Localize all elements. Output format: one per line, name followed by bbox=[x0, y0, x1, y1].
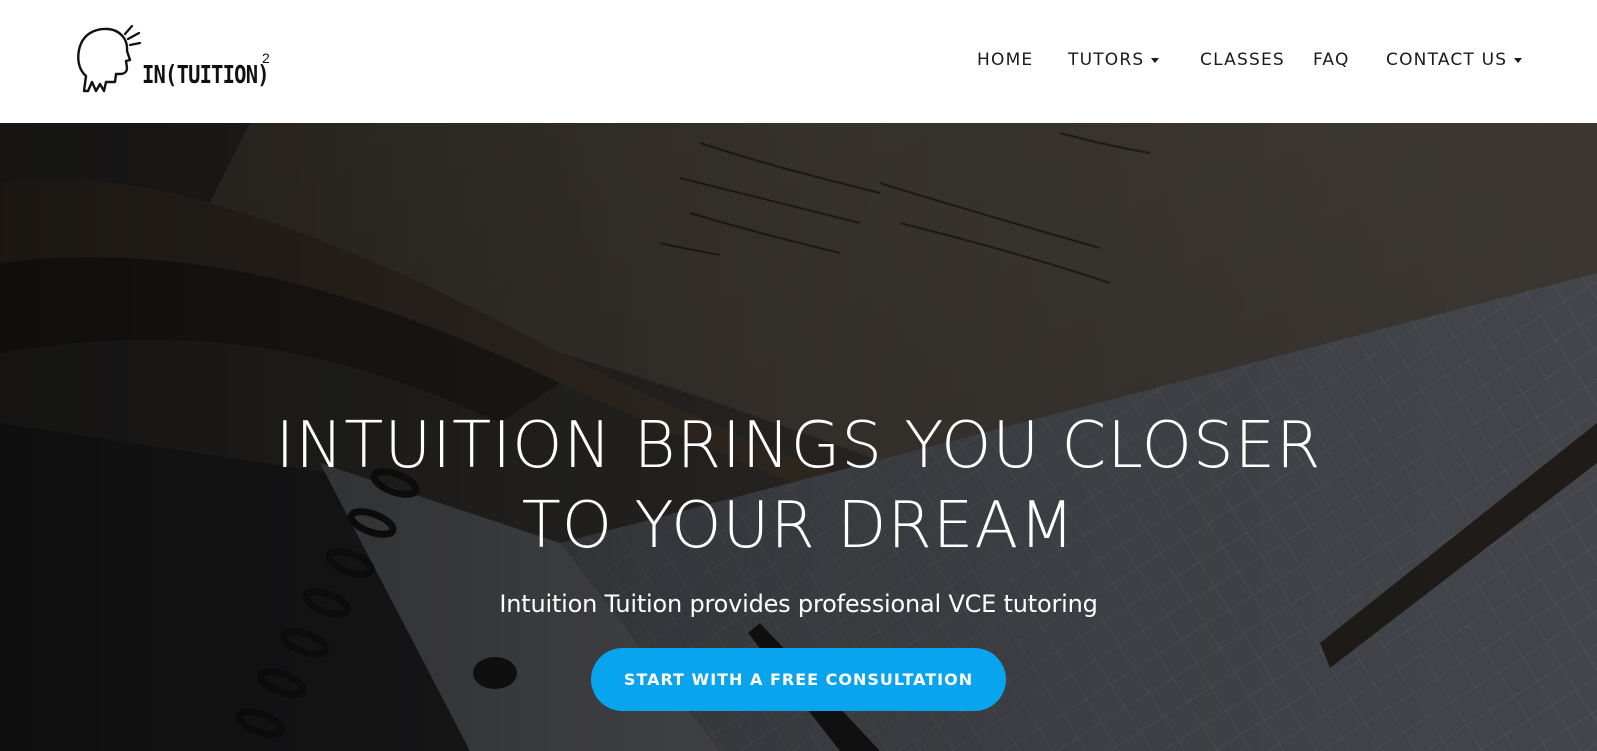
hero-title: INTUITION BRINGS YOU CLOSER TO YOUR DREA… bbox=[0, 406, 1597, 566]
caret-down-icon bbox=[1151, 58, 1160, 63]
logo-wordmark: IN(TUITION) bbox=[142, 60, 270, 89]
logo-superscript: 2 bbox=[262, 50, 270, 66]
nav-contact-us-label: CONTACT US bbox=[1386, 50, 1508, 70]
nav-home[interactable]: HOME bbox=[977, 48, 1033, 72]
nav-classes[interactable]: CLASSES bbox=[1200, 48, 1285, 72]
hero-section: INTUITION BRINGS YOU CLOSER TO YOUR DREA… bbox=[0, 123, 1597, 751]
head-speaking-icon bbox=[77, 24, 142, 93]
caret-down-icon bbox=[1514, 58, 1523, 63]
nav-classes-label: CLASSES bbox=[1200, 50, 1285, 70]
hero-subtitle: Intuition Tuition provides professional … bbox=[499, 590, 1098, 618]
nav-faq[interactable]: FAQ bbox=[1313, 48, 1350, 72]
hero-title-line-1: INTUITION BRINGS YOU CLOSER bbox=[275, 409, 1322, 483]
nav-contact-us[interactable]: CONTACT US bbox=[1386, 48, 1523, 72]
hero-title-line-2: TO YOUR DREAM bbox=[521, 489, 1076, 563]
nav-tutors-label: TUTORS bbox=[1068, 50, 1145, 70]
site-header: IN(TUITION) 2 HOME TUTORS CLASSES FAQ CO… bbox=[0, 0, 1597, 123]
nav-faq-label: FAQ bbox=[1313, 50, 1350, 70]
free-consultation-button[interactable]: START WITH A FREE CONSULTATION bbox=[591, 648, 1006, 711]
nav-home-label: HOME bbox=[977, 50, 1034, 70]
site-logo[interactable]: IN(TUITION) 2 bbox=[76, 20, 276, 100]
nav-tutors[interactable]: TUTORS bbox=[1068, 48, 1160, 72]
